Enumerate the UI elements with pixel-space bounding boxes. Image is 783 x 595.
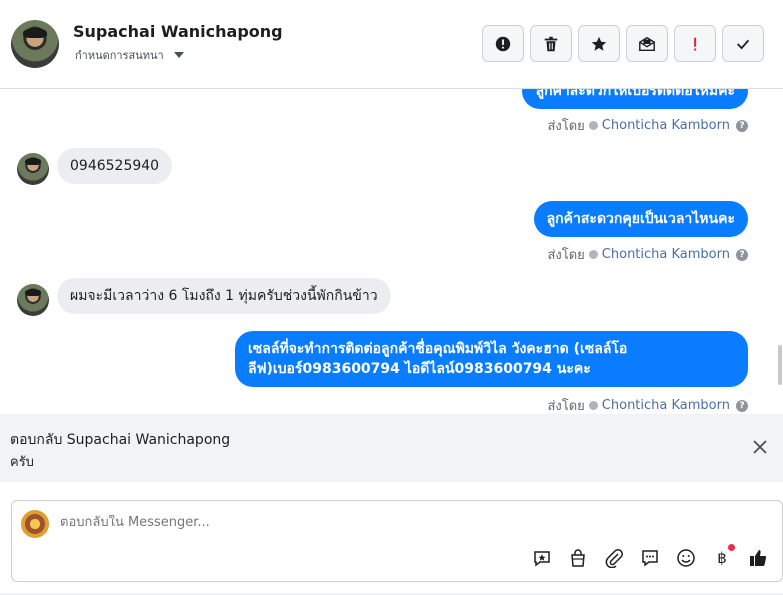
smiley-icon bbox=[677, 549, 695, 567]
agent-status-icon bbox=[588, 401, 598, 410]
priority-icon bbox=[694, 37, 697, 50]
conversation-header: Supachai Wanichapong กำหนดการสนทนา bbox=[0, 0, 783, 89]
sent-by-label: ส่งโดย Chonticha Kamborn ? bbox=[547, 395, 748, 414]
agent-name[interactable]: Chonticha Kamborn bbox=[602, 118, 730, 133]
message-text: ลูกค้าสะดวกคุยเป็นเวลาไหนคะ bbox=[546, 211, 735, 227]
outgoing-message[interactable]: เซลล์ที่จะทำการติดต่อลูกค้าชื่อคุณพิมพ์ว… bbox=[235, 331, 748, 387]
shopping-bag-icon bbox=[571, 549, 585, 567]
message-text-line: เซลล์ที่จะทำการติดต่อลูกค้าชื่อคุณพิมพ์ว… bbox=[248, 341, 628, 357]
mark-unread-icon bbox=[639, 36, 655, 51]
contact-avatar[interactable] bbox=[17, 153, 49, 185]
star-icon bbox=[591, 36, 607, 51]
conversation-schedule-dropdown[interactable]: กำหนดการสนทนา bbox=[75, 46, 184, 64]
chat-bubble-icon bbox=[642, 550, 658, 567]
notification-dot bbox=[728, 544, 735, 551]
help-icon[interactable]: ? bbox=[736, 119, 748, 132]
saved-reply-button[interactable] bbox=[531, 547, 553, 569]
shop-button[interactable] bbox=[567, 547, 589, 569]
message-composer: ฿ bbox=[11, 500, 783, 582]
contact-name[interactable]: Supachai Wanichapong bbox=[73, 22, 283, 41]
thumbs-up-icon bbox=[750, 550, 767, 566]
help-icon[interactable]: ? bbox=[736, 399, 748, 412]
sent-by-label: ส่งโดย Chonticha Kamborn ? bbox=[547, 115, 748, 136]
alert-circle-icon bbox=[495, 36, 511, 51]
star-button[interactable] bbox=[578, 25, 620, 62]
thread-scrollbar[interactable] bbox=[778, 345, 782, 385]
quick-reply-button[interactable] bbox=[639, 547, 661, 569]
header-actions bbox=[482, 25, 764, 62]
sent-by-prefix: ส่งโดย bbox=[547, 248, 585, 263]
help-icon[interactable]: ? bbox=[736, 248, 748, 261]
sent-by-prefix: ส่งโดย bbox=[547, 399, 585, 414]
agent-status-icon bbox=[588, 250, 598, 259]
paperclip-icon bbox=[605, 549, 623, 568]
trash-icon bbox=[544, 36, 558, 51]
attach-button[interactable] bbox=[603, 547, 625, 569]
outgoing-message[interactable]: ลูกค้าสะดวกคุยเป็นเวลาไหนคะ bbox=[533, 201, 748, 237]
reply-quoted-text: ครับ bbox=[10, 455, 34, 470]
page-avatar bbox=[21, 510, 49, 538]
like-button[interactable] bbox=[747, 547, 769, 569]
follow-up-button[interactable] bbox=[674, 25, 716, 62]
spam-button[interactable] bbox=[482, 25, 524, 62]
reply-title: ตอบกลับ Supachai Wanichapong bbox=[10, 432, 231, 448]
contact-avatar[interactable] bbox=[17, 284, 49, 316]
payment-button[interactable]: ฿ bbox=[711, 544, 735, 569]
sent-by-prefix: ส่งโดย bbox=[547, 119, 585, 134]
done-button[interactable] bbox=[722, 25, 764, 62]
incoming-message[interactable]: ผมจะมีเวลาว่าง 6 โมงถึง 1 ทุ่มครับช่วงนี… bbox=[57, 278, 391, 314]
message-text: ลูกค้าสะดวกให้เบอร์ติดต่อไหมคะ bbox=[535, 89, 735, 99]
message-text: ผมจะมีเวลาว่าง 6 โมงถึง 1 ทุ่มครับช่วงนี… bbox=[70, 288, 378, 304]
emoji-button[interactable] bbox=[675, 547, 697, 569]
conversation-schedule-label: กำหนดการสนทนา bbox=[75, 49, 164, 62]
close-icon[interactable] bbox=[751, 438, 769, 456]
reply-input[interactable] bbox=[60, 515, 660, 530]
outgoing-message[interactable]: ลูกค้าสะดวกให้เบอร์ติดต่อไหมคะ bbox=[522, 89, 748, 109]
agent-status-icon bbox=[588, 121, 598, 130]
sent-by-label: ส่งโดย Chonticha Kamborn ? bbox=[547, 244, 748, 265]
baht-icon: ฿ bbox=[717, 549, 727, 567]
message-thread[interactable]: ลูกค้าสะดวกให้เบอร์ติดต่อไหมคะ ส่งโดย Ch… bbox=[0, 89, 783, 414]
agent-name[interactable]: Chonticha Kamborn bbox=[602, 398, 730, 413]
reply-context-banner: ตอบกลับ Supachai Wanichapong ครับ bbox=[0, 414, 783, 482]
incoming-message[interactable]: 0946525940 bbox=[57, 148, 173, 184]
composer-toolbar: ฿ bbox=[531, 544, 769, 569]
delete-button[interactable] bbox=[530, 25, 572, 62]
caret-down-icon bbox=[173, 52, 184, 58]
mark-unread-button[interactable] bbox=[626, 25, 668, 62]
svg-text:฿: ฿ bbox=[717, 549, 727, 567]
message-text: 0946525940 bbox=[70, 158, 160, 174]
contact-avatar[interactable] bbox=[11, 20, 59, 68]
saved-reply-icon bbox=[534, 551, 550, 567]
agent-name[interactable]: Chonticha Kamborn bbox=[602, 247, 730, 262]
check-icon bbox=[736, 39, 750, 49]
message-text-line: ลีฟ)เบอร์0983600794 ไอดีไลน์0983600794 น… bbox=[248, 361, 591, 377]
